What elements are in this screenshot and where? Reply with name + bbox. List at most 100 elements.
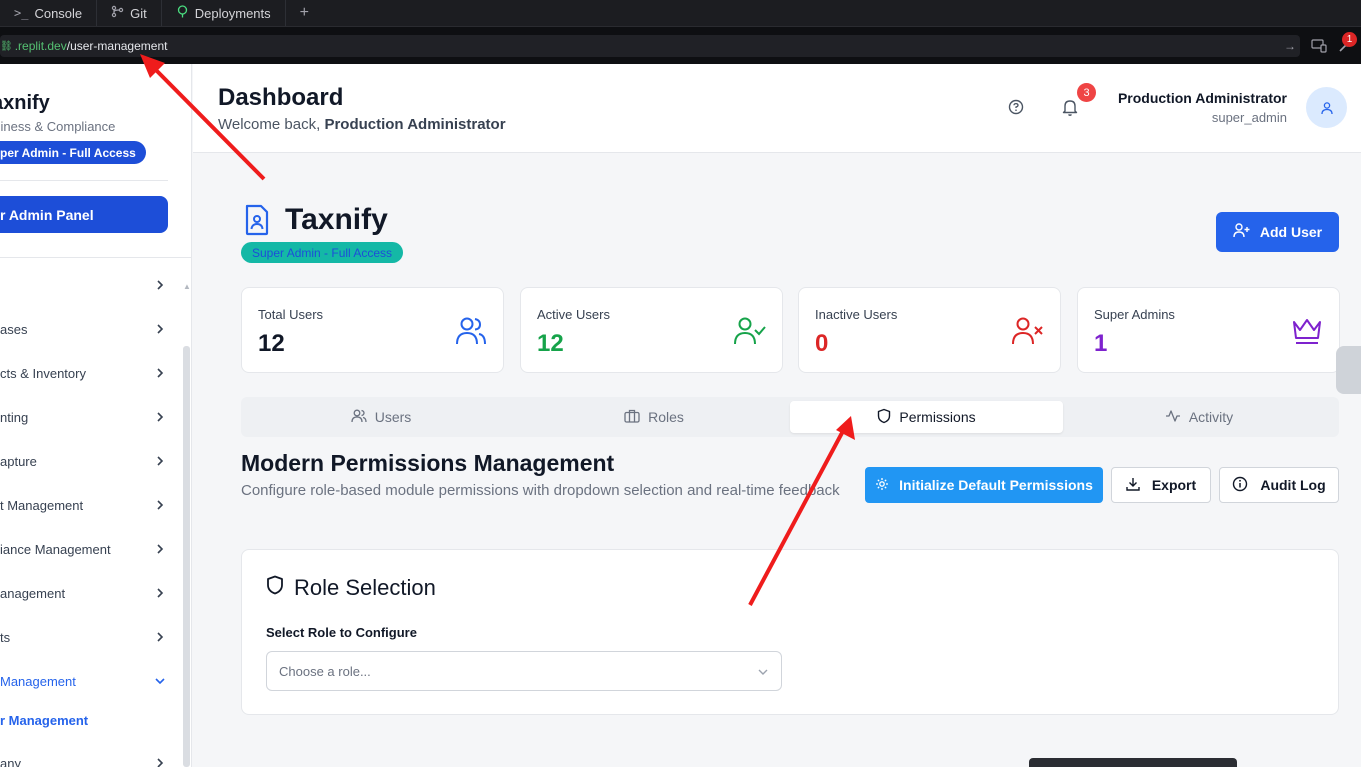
notification-badge: 1 <box>1342 32 1357 47</box>
sidebar-item-label: any <box>0 755 21 767</box>
stat-value: 0 <box>815 330 829 357</box>
select-placeholder: Choose a role... <box>279 663 371 679</box>
stat-value: 1 <box>1094 330 1108 357</box>
chevron-right-icon <box>152 541 168 557</box>
initialize-permissions-button[interactable]: Initialize Default Permissions <box>865 467 1103 503</box>
sidebar-item-10[interactable]: any <box>0 748 168 767</box>
role-select[interactable]: Choose a role... <box>266 651 782 691</box>
sidebar-subitem-user-management[interactable]: r Management <box>0 713 88 728</box>
users-icon <box>351 409 367 426</box>
sidebar-item-user-management[interactable]: Management <box>0 666 168 696</box>
avatar[interactable] <box>1306 87 1347 128</box>
sidebar-item-5[interactable]: t Management <box>0 490 168 520</box>
chevron-right-icon <box>152 755 168 767</box>
tab-label: Roles <box>648 409 684 425</box>
stat-card-super-admins: Super Admins 1 <box>1077 287 1340 373</box>
chevron-right-icon <box>152 409 168 425</box>
workspace-tab-bar: >_ Console Git Deployments + <box>0 0 1361 26</box>
sidebar-item-0[interactable] <box>0 270 168 300</box>
chevron-right-icon <box>152 497 168 513</box>
sidebar-item-1[interactable]: ases <box>0 314 168 344</box>
chevron-right-icon <box>152 585 168 601</box>
header-title: Dashboard <box>218 84 344 111</box>
user-plus-icon <box>1233 223 1250 241</box>
briefcase-icon <box>624 409 640 426</box>
admin-panel-button[interactable]: r Admin Panel <box>0 196 168 233</box>
chevron-right-icon <box>152 453 168 469</box>
link-icon: ⛓ <box>0 40 13 52</box>
section-description: Configure role-based module permissions … <box>241 482 840 499</box>
chevron-down-icon <box>757 664 769 679</box>
audit-log-button[interactable]: Audit Log <box>1219 467 1339 503</box>
user-name: Production Administrator <box>1117 90 1287 106</box>
role-pill: per Admin - Full Access <box>0 141 146 164</box>
users-icon <box>455 316 487 351</box>
open-external-icon[interactable]: → <box>1284 39 1296 53</box>
welcome-prefix: Welcome back, <box>218 116 325 133</box>
welcome-name: Production Administrator <box>324 116 506 133</box>
activity-icon <box>1165 409 1181 426</box>
tab-console[interactable]: >_ Console <box>0 0 98 26</box>
card-title-text: Role Selection <box>294 575 436 600</box>
help-icon[interactable] <box>1008 99 1024 120</box>
deploy-icon <box>176 5 189 21</box>
sidebar-item-4[interactable]: apture <box>0 446 168 476</box>
user-role: super_admin <box>1211 110 1287 125</box>
user-check-icon <box>734 316 766 351</box>
tab-label: Console <box>34 5 83 21</box>
view-tabs: Users Roles Permissions Activity <box>241 397 1339 437</box>
tab-roles[interactable]: Roles <box>517 401 791 433</box>
button-label: Initialize Default Permissions <box>899 477 1093 493</box>
new-tab-button[interactable]: + <box>286 0 323 26</box>
role-selection-card: Role Selection Select Role to Configure … <box>241 549 1339 715</box>
scroll-up-icon[interactable]: ▲ <box>183 282 191 292</box>
sidebar-item-6[interactable]: iance Management <box>0 534 168 564</box>
tab-git[interactable]: Git <box>97 0 162 26</box>
tab-deployments[interactable]: Deployments <box>162 0 286 26</box>
tab-label: Users <box>374 409 412 425</box>
user-x-icon <box>1012 316 1044 351</box>
sidebar-item-2[interactable]: cts & Inventory <box>0 358 168 388</box>
sidebar-item-label: t Management <box>0 497 84 513</box>
stat-card-inactive-users: Inactive Users 0 <box>798 287 1061 373</box>
floating-side-tab[interactable] <box>1336 346 1361 394</box>
welcome-text: Welcome back, Production Administrator <box>218 116 506 133</box>
tab-activity[interactable]: Activity <box>1063 401 1335 433</box>
notification-count-badge: 3 <box>1077 83 1096 102</box>
sidebar-item-7[interactable]: anagement <box>0 578 168 608</box>
bell-icon[interactable] <box>1060 97 1080 122</box>
tab-users[interactable]: Users <box>245 401 517 433</box>
devices-icon[interactable] <box>1311 39 1327 56</box>
tab-label: Deployments <box>194 5 271 21</box>
download-icon <box>1126 477 1140 494</box>
chevron-right-icon <box>152 277 168 293</box>
sidebar-subtitle: siness & Compliance <box>0 119 116 134</box>
page-title: Taxnify <box>285 203 388 236</box>
sidebar-item-label: apture <box>0 453 37 469</box>
tab-label: Git <box>130 5 147 21</box>
sidebar-scrollbar[interactable] <box>183 346 190 767</box>
tab-label: Activity <box>1188 409 1234 425</box>
sidebar-item-3[interactable]: nting <box>0 402 168 432</box>
url-path: /user-management <box>66 39 168 53</box>
sidebar-item-label: ts <box>0 629 11 645</box>
tab-permissions[interactable]: Permissions <box>790 401 1063 433</box>
url-field[interactable]: ⛓ .replit.dev /user-management <box>0 35 1300 57</box>
export-button[interactable]: Export <box>1111 467 1211 503</box>
info-icon <box>1232 476 1248 495</box>
crown-icon <box>1291 316 1323 351</box>
section-title: Modern Permissions Management <box>241 450 615 476</box>
card-title: Role Selection <box>266 575 436 601</box>
sidebar-item-8[interactable]: ts <box>0 622 168 652</box>
divider <box>0 180 168 181</box>
chevron-right-icon <box>152 629 168 645</box>
sidebar: axnify siness & Compliance per Admin - F… <box>0 64 192 767</box>
stat-value: 12 <box>258 330 285 357</box>
contact-file-icon <box>244 204 270 241</box>
divider <box>0 257 191 258</box>
stat-label: Total Users <box>258 307 324 322</box>
sidebar-item-label: iance Management <box>0 541 111 557</box>
stat-label: Inactive Users <box>815 307 898 322</box>
add-user-button[interactable]: Add User <box>1216 212 1339 252</box>
tab-label: Permissions <box>899 409 976 425</box>
